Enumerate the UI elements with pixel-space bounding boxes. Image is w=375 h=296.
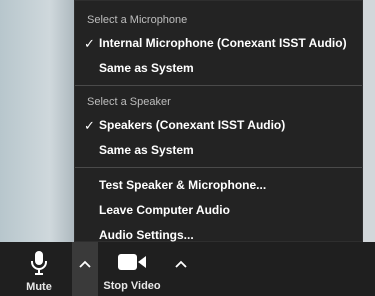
- menu-item-label: Audio Settings...: [99, 228, 194, 242]
- microphone-section-header: Select a Microphone: [87, 14, 188, 26]
- speaker-section: Select a Speaker ✓ Speakers (Conexant IS…: [75, 91, 362, 163]
- actions-section: Test Speaker & Microphone... Leave Compu…: [75, 173, 362, 248]
- menu-item-microphone-same-as-system[interactable]: Same as System: [75, 56, 362, 81]
- menu-item-internal-microphone[interactable]: ✓ Internal Microphone (Conexant ISST Aud…: [75, 31, 362, 56]
- stop-video-button[interactable]: Stop Video: [100, 252, 164, 292]
- menu-item-label: Test Speaker & Microphone...: [99, 178, 267, 192]
- menu-item-leave-computer-audio[interactable]: Leave Computer Audio: [75, 198, 362, 223]
- video-camera-icon: [118, 254, 146, 270]
- speaker-section-header: Select a Speaker: [87, 96, 171, 108]
- meeting-toolbar: Mute Stop Video: [0, 242, 375, 296]
- mute-label: Mute: [26, 281, 52, 293]
- audio-options-chevron-button[interactable]: [72, 242, 98, 296]
- menu-item-label: Internal Microphone (Conexant ISST Audio…: [99, 36, 347, 50]
- mute-button[interactable]: Mute: [14, 250, 64, 293]
- microphone-icon: [31, 251, 47, 275]
- menu-divider: [75, 85, 362, 86]
- menu-item-label: Same as System: [99, 61, 194, 75]
- chevron-up-icon: [175, 260, 187, 268]
- video-options-chevron-button[interactable]: [170, 242, 192, 296]
- stop-video-label: Stop Video: [103, 280, 161, 292]
- audio-options-menu: Select a Microphone ✓ Internal Microphon…: [74, 0, 363, 242]
- menu-item-speakers[interactable]: ✓ Speakers (Conexant ISST Audio): [75, 113, 362, 138]
- menu-divider: [75, 167, 362, 168]
- checkmark-icon: ✓: [84, 118, 95, 133]
- chevron-up-icon: [79, 260, 91, 268]
- checkmark-icon: ✓: [84, 36, 95, 51]
- menu-item-label: Leave Computer Audio: [99, 203, 230, 217]
- menu-item-label: Same as System: [99, 143, 194, 157]
- menu-item-test-speaker-microphone[interactable]: Test Speaker & Microphone...: [75, 173, 362, 198]
- microphone-section: Select a Microphone ✓ Internal Microphon…: [75, 1, 362, 81]
- menu-item-speaker-same-as-system[interactable]: Same as System: [75, 138, 362, 163]
- menu-item-label: Speakers (Conexant ISST Audio): [99, 118, 286, 132]
